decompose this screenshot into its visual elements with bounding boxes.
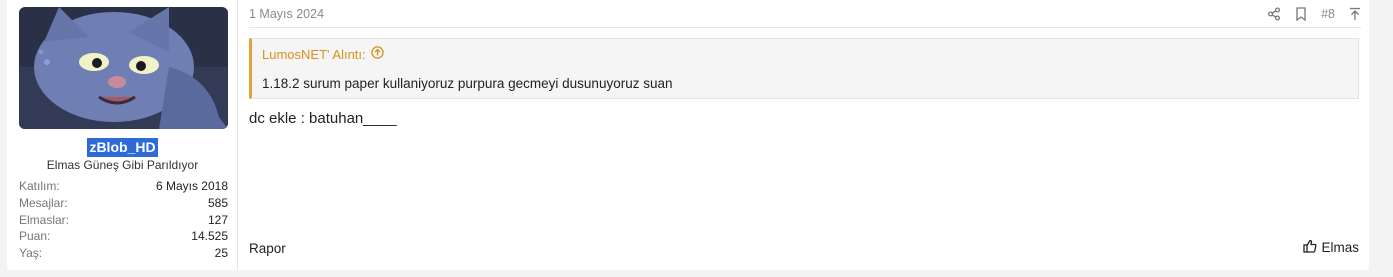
stat-label: Katılım: [19,179,60,193]
stat-label: Yaş: [19,246,43,260]
avatar[interactable] [19,7,228,129]
thumbs-up-icon [1303,239,1317,256]
stat-row-diamonds: Elmaslar: 127 [19,212,228,229]
stat-value: 585 [207,195,228,210]
scroll-top-icon[interactable] [1349,7,1361,21]
stat-row-age: Yaş: 25 [19,245,228,262]
report-link[interactable]: Rapor [249,241,286,256]
stat-label: Elmaslar: [19,212,70,227]
stat-label: Puan: [19,229,51,244]
post-header: 1 Mayıs 2024 #8 [249,0,1361,28]
quote-author[interactable]: LumosNET' Alıntı: [262,47,366,62]
quote-header[interactable]: LumosNET' Alıntı: [262,46,384,62]
stat-row-points: Puan: 14.525 [19,228,228,245]
user-title: Elmas Güneş Gibi Parıldıyor [46,158,199,172]
stat-value: 25 [214,246,228,260]
username-link[interactable]: zBlob_HD [87,138,158,157]
reaction-button[interactable]: Elmas [1303,239,1359,256]
stat-label: Mesajlar: [19,195,68,210]
stat-value: 127 [207,212,228,227]
stat-row-joined: Katılım: 6 Mayıs 2018 [19,178,228,195]
post-main: 1 Mayıs 2024 #8 LumosNET' Alıntı: 1.18.2… [238,0,1369,270]
user-panel: zBlob_HD Elmas Güneş Gibi Parıldıyor Kat… [7,0,238,270]
share-icon[interactable] [1267,6,1281,21]
post-container: zBlob_HD Elmas Güneş Gibi Parıldıyor Kat… [7,0,1369,270]
bookmark-icon[interactable] [1295,6,1307,21]
reaction-label: Elmas [1321,240,1359,255]
stat-value: 14.525 [191,229,228,244]
quote-block: LumosNET' Alıntı: 1.18.2 surum paper kul… [249,38,1359,99]
post-number-link[interactable]: #8 [1321,7,1335,21]
user-stats: Katılım: 6 Mayıs 2018 Mesajlar: 585 Elma… [19,178,228,262]
stat-value: 6 Mayıs 2018 [155,179,228,193]
post-date[interactable]: 1 Mayıs 2024 [249,7,324,21]
quote-text: 1.18.2 surum paper kullaniyoruz purpura … [262,76,673,91]
post-message: dc ekle : batuhan____ [249,110,397,127]
post-actions: #8 [1267,7,1361,21]
stat-row-messages: Mesajlar: 585 [19,195,228,212]
arrow-circle-up-icon[interactable] [370,46,384,62]
